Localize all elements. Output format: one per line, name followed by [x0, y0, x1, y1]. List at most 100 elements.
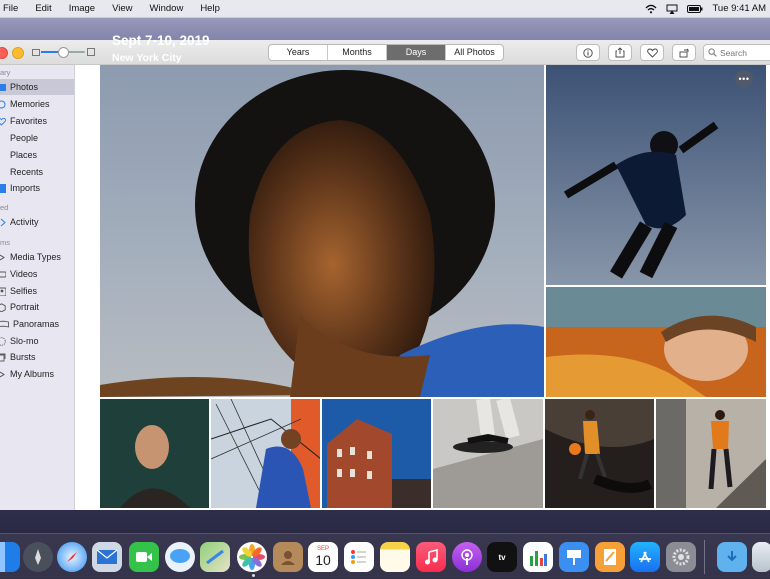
- numbers-icon[interactable]: [523, 542, 553, 572]
- photo-skateboard[interactable]: [433, 399, 543, 508]
- tab-all-photos[interactable]: All Photos: [446, 45, 503, 60]
- sidebar-item-recents[interactable]: Recents: [0, 164, 74, 180]
- sidebar-heading-library: ary: [0, 68, 11, 77]
- sidebar-item-media-types[interactable]: Media Types: [0, 249, 74, 265]
- calendar-icon[interactable]: SEP 10: [308, 542, 338, 572]
- dock-separator: [704, 540, 705, 574]
- sidebar-item-videos[interactable]: Videos: [0, 266, 74, 282]
- video-icon: [0, 271, 6, 277]
- downloads-folder-icon[interactable]: [717, 542, 747, 572]
- moment-title: Sept 7-10, 2019: [112, 33, 210, 48]
- sidebar-heading-shared: ed: [0, 203, 9, 212]
- sidebar-item-portrait[interactable]: Portrait: [0, 299, 74, 315]
- rotate-button[interactable]: [672, 44, 696, 61]
- moment-location: New York City: [112, 52, 182, 64]
- tab-days[interactable]: Days: [387, 45, 446, 60]
- ellipsis-icon: •••: [738, 74, 750, 84]
- photos-running-indicator: [252, 574, 255, 577]
- podcasts-icon[interactable]: [452, 542, 482, 572]
- places-icon: [0, 151, 6, 160]
- selfie-icon: [0, 287, 6, 296]
- recents-icon: [0, 168, 6, 177]
- contacts-icon[interactable]: [273, 542, 303, 572]
- menu-view[interactable]: View: [112, 3, 132, 14]
- imports-icon: [0, 183, 6, 193]
- close-button[interactable]: [0, 47, 8, 59]
- tab-years[interactable]: Years: [269, 45, 328, 60]
- panorama-icon: [0, 320, 9, 328]
- sidebar-item-memories[interactable]: Memories: [0, 96, 74, 112]
- slo-mo-icon: [0, 336, 6, 346]
- heart-icon: [646, 48, 658, 58]
- reminders-icon[interactable]: [344, 542, 374, 572]
- search-input[interactable]: [720, 47, 770, 58]
- photo-alley-walker[interactable]: [656, 399, 766, 508]
- minimize-button[interactable]: [12, 47, 24, 59]
- system-preferences-icon[interactable]: [666, 542, 696, 572]
- sidebar-item-slo-mo[interactable]: Slo-mo: [0, 333, 74, 349]
- zoom-slider-knob[interactable]: [58, 47, 69, 58]
- sidebar-item-selfies[interactable]: Selfies: [0, 283, 74, 299]
- people-icon: [0, 134, 6, 143]
- zoom-slider[interactable]: [32, 47, 95, 58]
- menu-help[interactable]: Help: [200, 3, 220, 14]
- menu-file[interactable]: File: [3, 3, 18, 14]
- messages-icon[interactable]: [165, 542, 195, 572]
- photo-shaved-head[interactable]: [100, 399, 209, 508]
- menu-bar: File Edit Image View Window Help Tue 9:4…: [0, 0, 770, 18]
- search-field[interactable]: [703, 44, 770, 61]
- wifi-icon[interactable]: [645, 4, 657, 14]
- menu-image[interactable]: Image: [69, 3, 95, 14]
- hero-photo-portrait[interactable]: [100, 65, 544, 397]
- photo-jumping-silhouette[interactable]: [546, 65, 766, 285]
- menu-edit[interactable]: Edit: [35, 3, 51, 14]
- finder-icon[interactable]: [0, 542, 20, 572]
- share-button[interactable]: [608, 44, 632, 61]
- maps-icon[interactable]: [200, 542, 230, 572]
- launchpad-icon[interactable]: [23, 542, 53, 572]
- pages-icon[interactable]: [595, 542, 625, 572]
- music-icon[interactable]: [416, 542, 446, 572]
- clock[interactable]: Tue 9:41 AM: [712, 3, 766, 14]
- tab-months[interactable]: Months: [328, 45, 387, 60]
- sidebar-item-my-albums[interactable]: My Albums: [0, 366, 74, 382]
- photo-boy-lying[interactable]: [546, 287, 766, 397]
- photo-basketball[interactable]: [545, 399, 654, 508]
- battery-icon[interactable]: [687, 4, 703, 14]
- more-options-button[interactable]: •••: [735, 70, 753, 88]
- app-store-icon[interactable]: [630, 542, 660, 572]
- search-icon: [708, 48, 717, 57]
- facetime-icon[interactable]: [129, 542, 159, 572]
- photo-umbrella[interactable]: [211, 399, 320, 508]
- sidebar-heading-albums: ms: [0, 238, 10, 247]
- photos-icon: [0, 83, 6, 91]
- photo-brick-building[interactable]: [322, 399, 431, 508]
- chevron-down-icon: [0, 254, 5, 260]
- chevron-down-icon: [0, 371, 5, 377]
- airplay-icon[interactable]: [666, 4, 678, 14]
- dock: SEP 10 tv: [0, 533, 770, 579]
- sidebar-item-favorites[interactable]: Favorites: [0, 113, 74, 129]
- rotate-icon: [679, 48, 689, 57]
- portrait-cube-icon: [0, 302, 6, 312]
- menu-window[interactable]: Window: [150, 3, 184, 14]
- sidebar-item-bursts[interactable]: Bursts: [0, 349, 74, 365]
- sidebar-item-people[interactable]: People: [0, 130, 74, 146]
- photos-app-icon[interactable]: [237, 542, 267, 572]
- notes-icon[interactable]: [380, 542, 410, 572]
- view-segmented-control: Years Months Days All Photos: [268, 44, 504, 61]
- favorite-button[interactable]: [640, 44, 664, 61]
- sidebar-item-panoramas[interactable]: Panoramas: [0, 316, 74, 332]
- safari-icon[interactable]: [57, 542, 87, 572]
- sidebar-item-activity[interactable]: Activity: [0, 214, 74, 230]
- sidebar-item-photos[interactable]: Photos: [0, 79, 74, 95]
- info-button[interactable]: [576, 44, 600, 61]
- sidebar-item-imports[interactable]: Imports: [0, 180, 74, 196]
- bursts-icon: [0, 353, 6, 361]
- mail-icon[interactable]: [92, 542, 122, 572]
- tv-icon[interactable]: tv: [487, 542, 517, 572]
- sidebar-item-places[interactable]: Places: [0, 147, 74, 163]
- keynote-icon[interactable]: [559, 542, 589, 572]
- trash-icon[interactable]: [752, 542, 770, 572]
- zoom-in-icon: [87, 48, 95, 56]
